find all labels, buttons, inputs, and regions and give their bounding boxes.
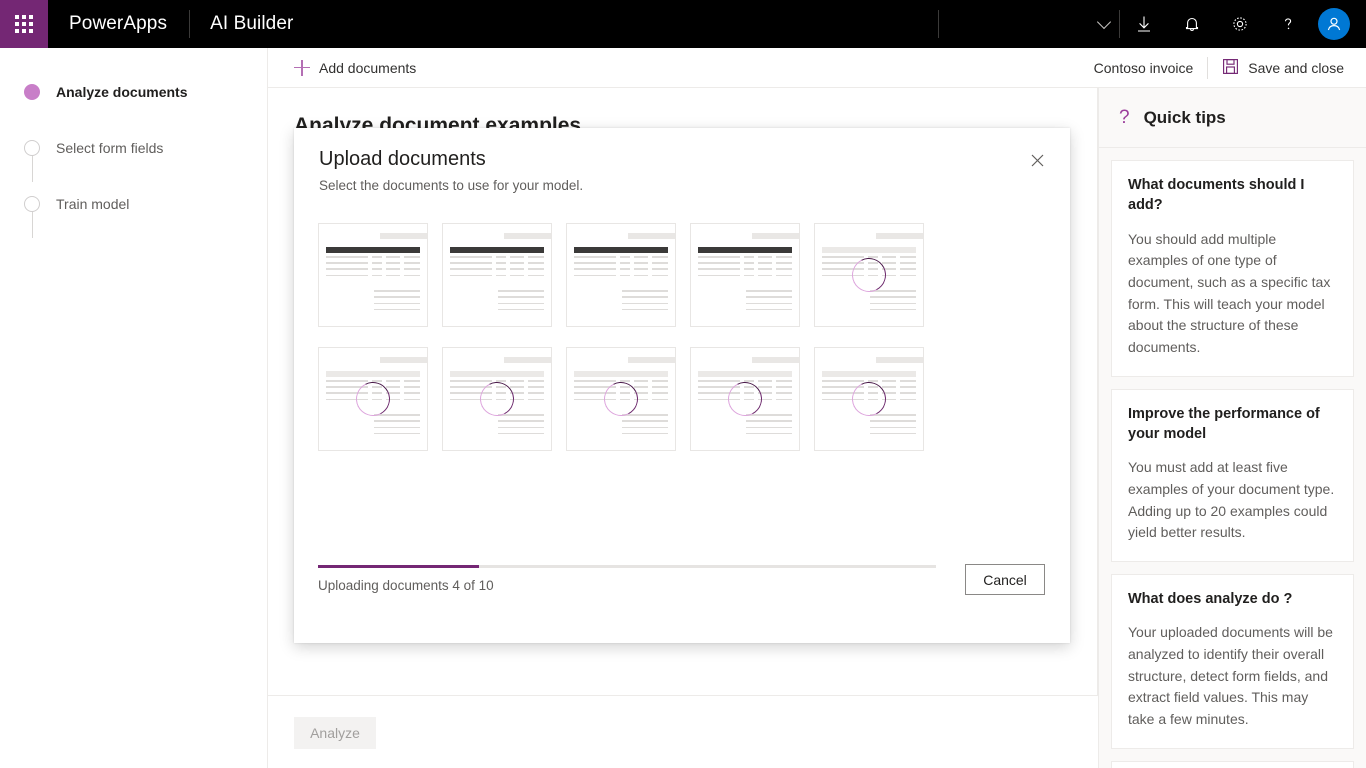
brand-powerapps[interactable]: PowerApps [48,0,189,48]
command-divider [1207,56,1209,79]
step-bullet-icon [24,140,40,156]
upload-progress-label: Uploading documents 4 of 10 [318,578,494,593]
document-thumbnail[interactable] [690,347,800,451]
dialog-footer: Uploading documents 4 of 10 Cancel [294,557,1070,643]
document-thumbnail[interactable] [318,223,428,327]
cancel-button[interactable]: Cancel [965,564,1045,595]
command-bar-right: Contoso invoice Save and close [1094,56,1366,79]
wizard-nav: Analyze documents Select form fields Tra… [0,48,268,768]
question-icon: ? [1119,107,1130,128]
dialog-title: Upload documents [319,148,486,170]
bell-icon[interactable] [1168,0,1216,48]
upload-progress-fill [318,565,479,568]
waffle-dots [15,15,33,33]
document-thumbnail[interactable] [814,347,924,451]
analyze-footer: Analyze [268,697,1098,768]
gear-icon[interactable] [1216,0,1264,48]
add-documents-button[interactable]: Add documents [294,59,417,76]
document-thumbnail[interactable] [318,347,428,451]
close-icon[interactable] [1022,145,1052,175]
waffle-grid-icon[interactable] [0,0,48,48]
quick-tips-list: What documents should I add? You should … [1099,148,1366,768]
step-bullet-icon [24,196,40,212]
tip-body: You must add at least five examples of y… [1128,459,1335,541]
save-disk-icon [1222,58,1239,78]
upload-progress-bar [318,565,936,568]
document-thumbnail-grid [294,193,1046,471]
save-and-close-label: Save and close [1248,59,1344,76]
document-thumbnail[interactable] [814,223,924,327]
document-thumbnail[interactable] [566,347,676,451]
sidebar-item-select-form-fields[interactable]: Select form fields [0,134,267,162]
document-thumbnail[interactable] [442,223,552,327]
model-name[interactable]: Contoso invoice [1094,60,1194,76]
suite-bar: PowerApps AI Builder [0,0,1366,48]
question-icon[interactable] [1264,0,1312,48]
sidebar-item-label: Select form fields [56,140,164,156]
suite-spacer [313,0,938,48]
document-thumbnail[interactable] [566,223,676,327]
sidebar-item-analyze-documents[interactable]: Analyze documents [0,78,267,106]
sidebar-item-label: Train model [56,196,130,212]
tip-body: Your uploaded documents will be analyzed… [1128,624,1333,728]
chevron-down-icon [1096,14,1112,30]
document-thumbnail[interactable] [442,347,552,451]
sidebar-item-train-model[interactable]: Train model [0,190,267,218]
save-and-close-button[interactable]: Save and close [1222,58,1344,78]
dialog-subtitle: Select the documents to use for your mod… [319,178,584,193]
document-thumbnail[interactable] [690,223,800,327]
environment-picker[interactable] [939,0,1119,48]
command-bar: Add documents Contoso invoice Save and c… [268,48,1366,88]
step-bullet-icon [24,84,40,100]
quick-tips-header: ? Quick tips [1099,88,1366,148]
add-documents-label: Add documents [319,59,417,76]
download-icon[interactable] [1120,0,1168,48]
sidebar-item-label: Analyze documents [56,84,188,100]
tip-card: Improve the performance of your model Yo… [1111,388,1354,563]
app-name[interactable]: AI Builder [190,0,313,48]
tip-card: Need help? Check out the documentation i… [1111,760,1354,768]
quick-tips-title: Quick tips [1143,107,1226,127]
avatar[interactable] [1318,8,1350,40]
person-icon [1327,17,1341,31]
plus-icon [294,59,310,76]
dialog-header: Upload documents Select the documents to… [294,128,1070,193]
analyze-button[interactable]: Analyze [294,717,376,749]
tip-body: You should add multiple examples of one … [1128,230,1331,356]
quick-tips-panel: ? Quick tips What documents should I add… [1098,88,1366,768]
tip-title: What does analyze do ? [1128,591,1293,608]
suite-actions [1120,0,1366,48]
tip-card: What documents should I add? You should … [1111,160,1354,377]
tip-card: What does analyze do ? Your uploaded doc… [1111,574,1354,749]
tip-title: What documents should I add? [1128,177,1305,214]
tip-title: Improve the performance of your model [1128,405,1320,443]
upload-documents-dialog: Upload documents Select the documents to… [294,128,1070,643]
